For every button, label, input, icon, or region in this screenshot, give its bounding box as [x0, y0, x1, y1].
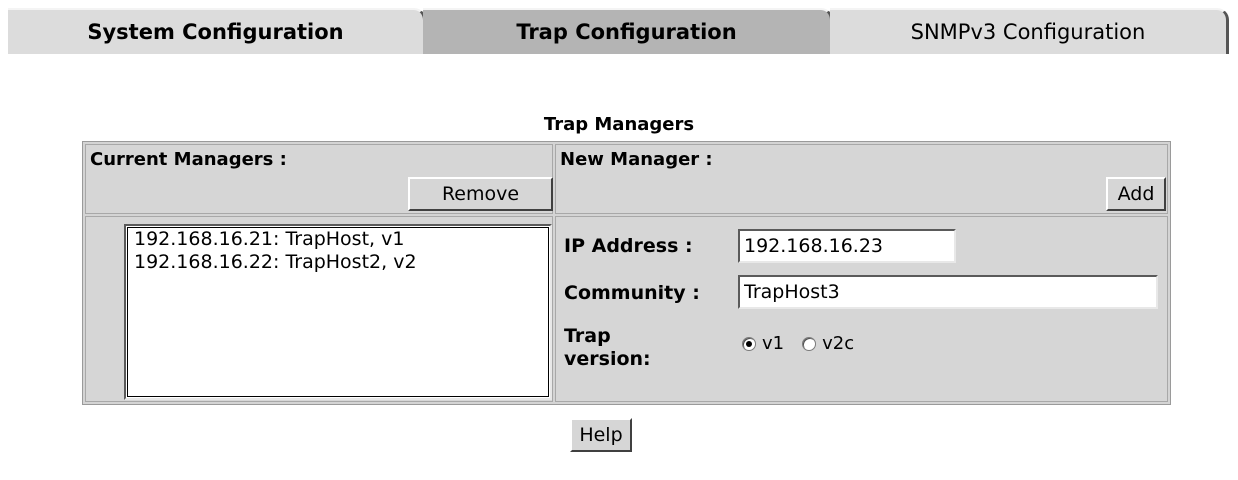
current-managers-listbox[interactable]: 192.168.16.21: TrapHost, v1 192.168.16.2… — [124, 224, 552, 400]
add-button[interactable]: Add — [1106, 177, 1166, 211]
radio-v1-label[interactable]: v1 — [762, 333, 784, 354]
tab-system-configuration[interactable]: System Configuration — [8, 8, 426, 54]
trap-version-radio-group: v1 v2c — [742, 333, 872, 354]
trap-managers-table: Current Managers : Remove New Manager : … — [82, 141, 1171, 405]
radio-v2c[interactable] — [802, 336, 817, 351]
new-manager-header-cell: New Manager : Add — [555, 144, 1168, 214]
current-managers-header-cell: Current Managers : Remove — [85, 144, 553, 214]
trap-version-label-line2: version: — [564, 348, 651, 370]
tab-trap-configuration[interactable]: Trap Configuration — [423, 8, 833, 54]
tab-snmpv3-configuration[interactable]: SNMPv3 Configuration — [830, 8, 1229, 54]
community-input[interactable] — [738, 275, 1158, 309]
ip-address-input[interactable] — [738, 229, 956, 263]
new-manager-form-cell: IP Address : Community : Trap version: v… — [555, 216, 1168, 402]
trap-version-label: Trap version: — [564, 325, 651, 371]
radio-v1[interactable] — [742, 336, 756, 351]
trap-version-label-line1: Trap — [564, 325, 611, 347]
help-button[interactable]: Help — [570, 418, 632, 452]
list-item[interactable]: 192.168.16.21: TrapHost, v1 — [134, 228, 542, 251]
current-managers-list-cell: 192.168.16.21: TrapHost, v1 192.168.16.2… — [85, 216, 553, 402]
list-item[interactable]: 192.168.16.22: TrapHost2, v2 — [134, 251, 542, 274]
page-title: Trap Managers — [543, 114, 695, 135]
new-manager-heading: New Manager : — [560, 149, 713, 170]
radio-v2c-label[interactable]: v2c — [822, 333, 854, 354]
current-managers-heading: Current Managers : — [90, 149, 287, 170]
remove-button[interactable]: Remove — [408, 177, 553, 211]
ip-address-label: IP Address : — [564, 235, 693, 257]
community-label: Community : — [564, 282, 700, 304]
